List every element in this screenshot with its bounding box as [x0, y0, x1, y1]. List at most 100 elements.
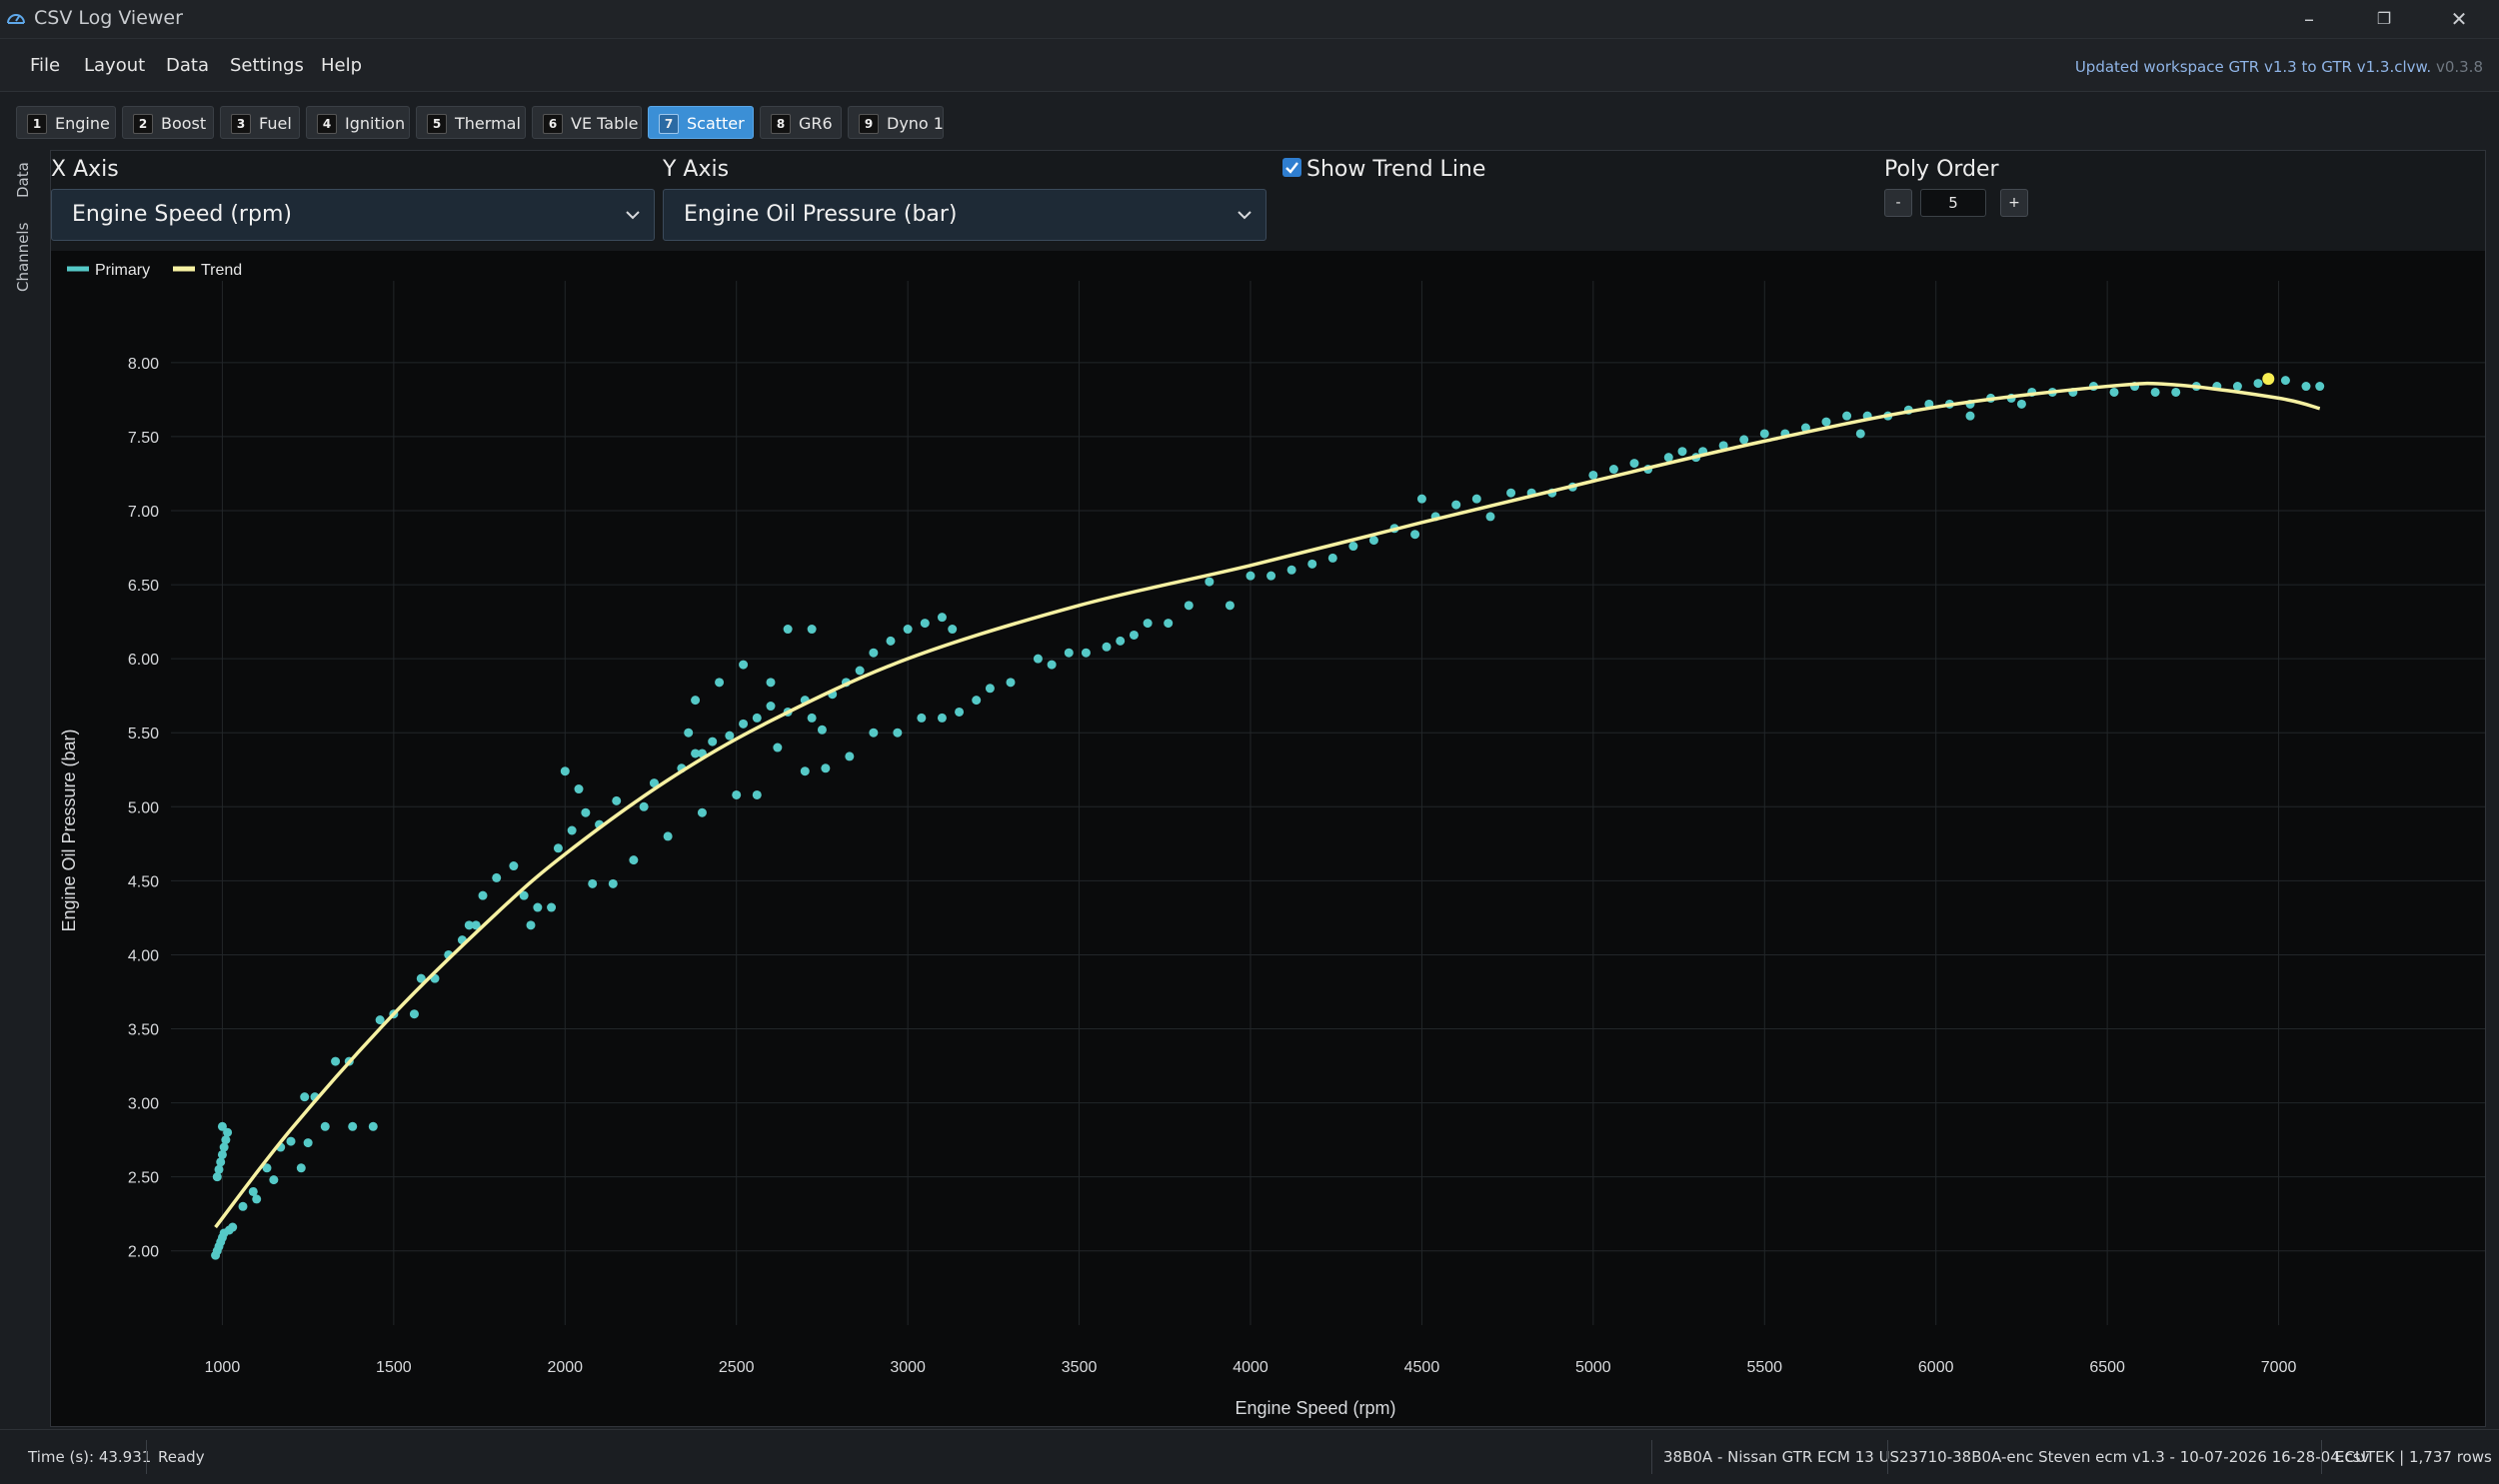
scatter-point	[1225, 601, 1235, 611]
x-axis-select[interactable]: Engine Speed (rpm)	[51, 189, 655, 241]
y-tick-label: 6.00	[128, 652, 159, 669]
scatter-point	[492, 872, 502, 882]
scatter-point	[228, 1222, 238, 1232]
status-bar: Time (s): 43.931 Ready 38B0A - Nissan GT…	[0, 1429, 2499, 1484]
minimize-icon[interactable]: –	[2289, 4, 2329, 34]
tab-number: 6	[543, 114, 563, 134]
tab-gr6[interactable]: 8 GR6	[760, 106, 842, 139]
tab-label: VE Table	[571, 114, 639, 133]
scatter-point	[533, 902, 543, 912]
scatter-point	[2150, 387, 2160, 397]
scatter-point	[1842, 411, 1852, 421]
x-tick-label: 4500	[1404, 1359, 1440, 1376]
scatter-point	[1164, 619, 1174, 629]
title-bar: CSV Log Viewer – ❐ ✕	[0, 0, 2499, 39]
tab-label: Dyno 1	[887, 114, 944, 133]
ecu-info: 38B0A - Nissan GTR ECM 13 US	[1663, 1448, 1900, 1466]
x-tick-label: 5000	[1575, 1359, 1611, 1376]
scatter-point	[684, 728, 694, 738]
scatter-point	[2253, 379, 2263, 389]
scatter-point	[217, 1121, 227, 1131]
scatter-point	[869, 648, 879, 658]
tab-number: 4	[317, 114, 337, 134]
scatter-point	[807, 625, 817, 635]
scatter-point	[348, 1121, 358, 1131]
x-tick-label: 5500	[1746, 1359, 1782, 1376]
side-tab-data[interactable]: Data	[14, 162, 32, 198]
tab-label: Scatter	[687, 114, 745, 133]
scatter-point	[567, 825, 577, 835]
tab-ignition[interactable]: 4 Ignition	[306, 106, 410, 139]
tab-number: 2	[133, 114, 153, 134]
menu-data[interactable]: Data	[166, 55, 209, 76]
scatter-point	[560, 766, 570, 776]
y-axis-select[interactable]: Engine Oil Pressure (bar)	[663, 189, 1266, 241]
tab-scatter[interactable]: 7 Scatter	[648, 106, 754, 139]
scatter-point	[1116, 636, 1126, 646]
tab-number: 1	[27, 114, 47, 134]
scatter-chart[interactable]: 2.00 2.50 3.00 3.50 4.00 4.50 5.00 5.50 6.00 6.50…	[51, 251, 2485, 1426]
poly-order-input[interactable]: 5	[1920, 189, 1986, 217]
x-axis-label: Engine Speed (rpm)	[1235, 1398, 1395, 1418]
scatter-point	[1205, 577, 1215, 587]
x-tick-label: 7000	[2261, 1359, 2297, 1376]
show-trend-label[interactable]: Show Trend Line	[1306, 157, 1485, 182]
scatter-point	[478, 890, 488, 900]
y-axis-label: Engine Oil Pressure (bar)	[59, 729, 79, 931]
scatter-point	[1348, 542, 1358, 552]
y-tick-label: 4.00	[128, 947, 159, 964]
scatter-point	[1471, 494, 1481, 504]
y-axis-value: Engine Oil Pressure (bar)	[684, 202, 958, 227]
scatter-point	[1855, 429, 1865, 439]
scatter-point	[286, 1136, 296, 1146]
scatter-point	[1081, 648, 1091, 658]
workspace-status: Updated workspace GTR v1.3 to GTR v1.3.c…	[2075, 58, 2483, 76]
close-icon[interactable]: ✕	[2439, 4, 2479, 34]
tab-ve-table[interactable]: 6 VE Table	[532, 106, 642, 139]
show-trend-checkbox[interactable]	[1282, 158, 1301, 177]
menu-file[interactable]: File	[30, 55, 60, 76]
scatter-point	[845, 751, 855, 761]
tab-engine[interactable]: 1 Engine	[16, 106, 116, 139]
side-tab-channels[interactable]: Channels	[14, 223, 32, 292]
menu-layout[interactable]: Layout	[84, 55, 145, 76]
tab-thermal[interactable]: 5 Thermal	[416, 106, 526, 139]
checkmark-icon	[1285, 162, 1298, 174]
scatter-point	[663, 831, 673, 841]
scatter-point	[1588, 470, 1598, 480]
tab-fuel[interactable]: 3 Fuel	[220, 106, 300, 139]
scatter-point	[715, 678, 725, 688]
chevron-down-icon	[1238, 211, 1251, 220]
restore-icon[interactable]: ❐	[2364, 4, 2404, 34]
scatter-point	[1286, 565, 1296, 575]
scatter-point	[1965, 411, 1975, 421]
scatter-point	[1759, 429, 1769, 439]
x-tick-label: 1500	[376, 1359, 412, 1376]
poly-increment-button[interactable]: +	[2000, 189, 2028, 217]
scatter-point	[2301, 382, 2311, 392]
log-file-name: 23710-38B0A-enc Steven ecm v1.3 - 10-07-…	[1899, 1448, 2370, 1466]
scatter-point	[639, 801, 649, 811]
scatter-point	[1129, 630, 1139, 640]
scatter-point	[2232, 382, 2242, 392]
gauge-icon	[7, 14, 25, 24]
x-tick-label: 6500	[2089, 1359, 2125, 1376]
scatter-point	[732, 789, 742, 799]
y-tick-label: 3.50	[128, 1022, 159, 1039]
time-readout: Time (s): 43.931	[28, 1448, 152, 1466]
tab-dyno-1[interactable]: 9 Dyno 1	[848, 106, 944, 139]
scatter-point	[368, 1121, 378, 1131]
scatter-point	[948, 625, 958, 635]
scatter-point	[1047, 660, 1057, 670]
poly-decrement-button[interactable]: -	[1884, 189, 1912, 217]
menu-help[interactable]: Help	[321, 55, 362, 76]
axis-controls: X Axis Engine Speed (rpm) Y Axis Engine …	[51, 151, 2485, 251]
scatter-point	[303, 1138, 313, 1148]
menu-settings[interactable]: Settings	[230, 55, 304, 76]
scatter-point	[574, 784, 584, 794]
legend-primary-label: Primary	[95, 262, 150, 279]
tab-boost[interactable]: 2 Boost	[122, 106, 214, 139]
scatter-point	[1410, 530, 1420, 540]
scatter-point	[1451, 500, 1461, 510]
scatter-point	[547, 902, 557, 912]
